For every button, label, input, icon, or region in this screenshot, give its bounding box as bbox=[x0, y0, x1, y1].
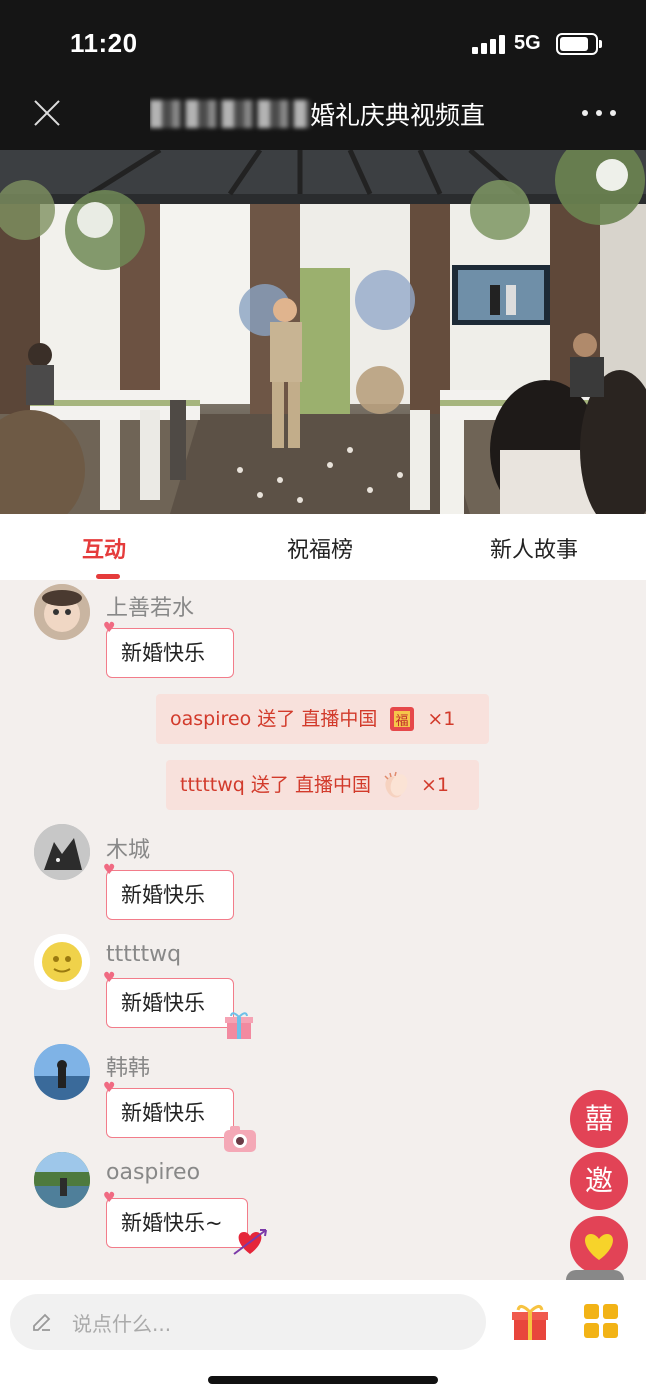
gift-notice: oaspireo 送了 直播中国 福 ×1 bbox=[156, 694, 489, 744]
heart-arrow-icon bbox=[232, 1224, 268, 1258]
gift-name: 直播中国 bbox=[301, 708, 378, 730]
avatar[interactable] bbox=[34, 1152, 90, 1208]
gift-count: ×1 bbox=[420, 774, 449, 796]
comment-input[interactable]: 说点什么... bbox=[10, 1294, 486, 1350]
heart-badge-icon: ♥ bbox=[103, 1080, 116, 1096]
avatar-lake-image bbox=[34, 1152, 90, 1208]
heart-badge-icon: ♥ bbox=[103, 970, 116, 986]
tab-bar: 互动 祝福榜 新人故事 bbox=[0, 514, 646, 580]
apps-grid-button[interactable] bbox=[584, 1304, 618, 1338]
chat-bubble: ♥ 新婚快乐 bbox=[103, 863, 234, 920]
avatar-seaside-image bbox=[34, 1044, 90, 1100]
signal-icon bbox=[472, 34, 506, 54]
chat-username: oaspireo bbox=[106, 1160, 201, 1185]
close-button[interactable] bbox=[30, 96, 64, 130]
gift-name: 直播中国 bbox=[294, 774, 371, 796]
tab-couple-story[interactable]: 新人故事 bbox=[490, 532, 578, 564]
double-happiness-button[interactable]: 囍 bbox=[570, 1090, 628, 1148]
like-count-badge bbox=[566, 1270, 624, 1280]
page-title: 婚礼庆典视频直 bbox=[150, 96, 512, 136]
heart-badge-icon: ♥ bbox=[103, 862, 116, 878]
chat-text: 新婚快乐~ bbox=[121, 1211, 223, 1235]
avatar[interactable] bbox=[34, 824, 90, 880]
gift-button[interactable] bbox=[510, 1302, 550, 1342]
chat-username: tttttwq bbox=[106, 942, 182, 967]
gift-count: ×1 bbox=[427, 708, 456, 730]
svg-text:福: 福 bbox=[396, 714, 409, 729]
battery-icon bbox=[556, 33, 602, 55]
tab-interact[interactable]: 互动 bbox=[82, 532, 126, 564]
pen-icon bbox=[30, 1310, 54, 1334]
heart-badge-icon: ♥ bbox=[103, 1190, 116, 1206]
active-tab-indicator bbox=[96, 574, 120, 579]
chat-bubble: ♥ 新婚快乐 bbox=[103, 1081, 234, 1138]
wedding-scene-image bbox=[0, 150, 646, 514]
gift-action: 送了 bbox=[257, 708, 296, 730]
avatar-moon-face-image bbox=[34, 934, 90, 990]
clap-icon bbox=[381, 769, 411, 799]
avatar[interactable] bbox=[34, 1044, 90, 1100]
heart-badge-icon: ♥ bbox=[103, 620, 116, 636]
gift-box-icon bbox=[222, 1008, 256, 1042]
gift-sender: oaspireo bbox=[170, 708, 252, 730]
home-indicator bbox=[208, 1376, 438, 1384]
live-video[interactable] bbox=[0, 150, 646, 514]
gift-notice: tttttwq 送了 直播中国 ×1 bbox=[166, 760, 479, 810]
tab-blessing-rank[interactable]: 祝福榜 bbox=[287, 532, 353, 564]
yellow-heart-icon bbox=[585, 1234, 613, 1260]
page-title-text: 婚礼庆典视频直 bbox=[310, 101, 486, 130]
comment-placeholder: 说点什么... bbox=[72, 1312, 172, 1336]
fu-card-icon: 福 bbox=[387, 703, 417, 733]
gift-action: 送了 bbox=[250, 774, 289, 796]
avatar-cat-image bbox=[34, 824, 90, 880]
chat-text: 新婚快乐 bbox=[121, 991, 205, 1015]
avatar-baby-image bbox=[34, 584, 90, 640]
chat-username: 上善若水 bbox=[106, 596, 195, 621]
gift-sender: tttttwq bbox=[180, 774, 245, 796]
status-bar: 11:20 5G bbox=[0, 26, 646, 62]
camera-icon bbox=[222, 1122, 258, 1156]
more-button[interactable] bbox=[582, 104, 616, 124]
chat-feed[interactable]: 上善若水 ♥ 新婚快乐 oaspireo 送了 直播中国 福 ×1 tttttwq … bbox=[0, 580, 646, 1280]
bottom-bar: 说点什么... bbox=[0, 1280, 646, 1396]
blurred-host-name bbox=[150, 100, 310, 128]
invite-button[interactable]: 邀 bbox=[570, 1152, 628, 1210]
status-time: 11:20 bbox=[70, 28, 138, 58]
chat-text: 新婚快乐 bbox=[121, 1101, 205, 1125]
chat-text: 新婚快乐 bbox=[121, 641, 205, 665]
avatar[interactable] bbox=[34, 934, 90, 990]
chat-bubble: ♥ 新婚快乐 bbox=[103, 971, 234, 1028]
gift-icon bbox=[512, 1305, 548, 1340]
chat-bubble: ♥ 新婚快乐~ bbox=[103, 1191, 248, 1248]
chat-bubble: ♥ 新婚快乐 bbox=[103, 621, 234, 678]
network-type: 5G bbox=[514, 32, 541, 54]
chat-username: 韩韩 bbox=[106, 1056, 151, 1081]
top-bar: 11:20 5G 婚礼庆典视频直 bbox=[0, 0, 646, 150]
chat-text: 新婚快乐 bbox=[121, 883, 205, 907]
like-heart-button[interactable] bbox=[570, 1216, 628, 1274]
chat-username: 木城 bbox=[106, 838, 151, 863]
avatar[interactable] bbox=[34, 584, 90, 640]
